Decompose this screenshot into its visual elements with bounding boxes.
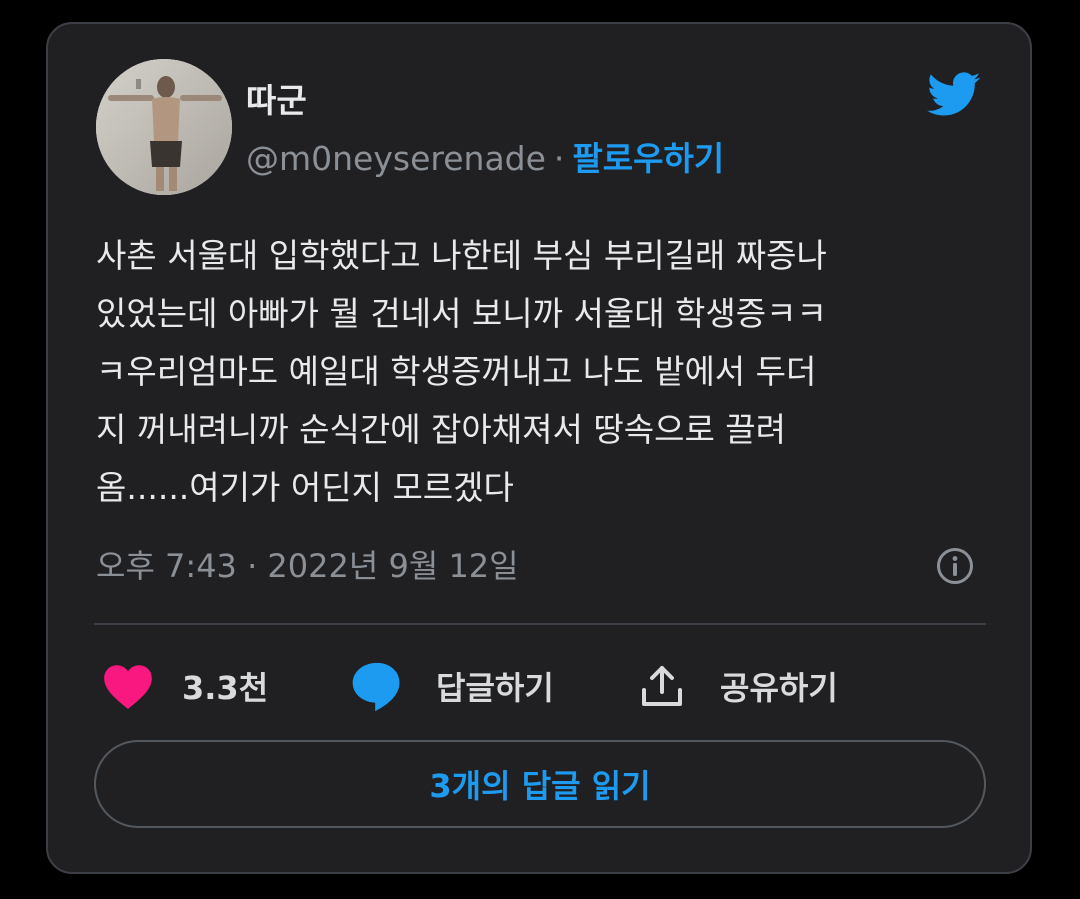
author-name[interactable]: 따군 — [246, 74, 307, 122]
share-icon — [642, 666, 682, 706]
tweet-line: ㅋ우리엄마도 예일대 학생증꺼내고 나도 밭에서 두더 — [96, 352, 817, 391]
author-meta: @m0neyserenade · 팔로우하기 — [246, 132, 724, 180]
reply-label: 답글하기 — [436, 669, 554, 707]
divider — [94, 623, 986, 625]
heart-icon — [104, 665, 152, 709]
reply-button[interactable]: 답글하기 — [350, 658, 554, 714]
tweet-card: 따군 @m0neyserenade · 팔로우하기 사촌 서울대 입학했다고 나한테… — [46, 22, 1032, 874]
author-handle[interactable]: @m0neyserenade — [246, 139, 546, 178]
tweet-timestamp[interactable]: 오후 7:43 · 2022년 9월 12일 — [96, 541, 519, 587]
twitter-bird-icon[interactable] — [920, 66, 986, 122]
like-button[interactable]: 3.3천 — [102, 658, 268, 714]
avatar[interactable] — [96, 59, 232, 195]
separator-dot: · — [553, 139, 565, 178]
tweet-line: 사촌 서울대 입학했다고 나한테 부심 부리길래 짜증나 — [96, 236, 827, 275]
share-label: 공유하기 — [720, 669, 838, 707]
tweet-line: 있었는데 아빠가 뭘 건네서 보니까 서울대 학생증ㅋㅋ — [96, 294, 827, 333]
like-count: 3.3천 — [182, 669, 269, 707]
profile-photo — [96, 59, 232, 195]
info-icon[interactable] — [935, 546, 975, 586]
follow-button[interactable]: 팔로우하기 — [572, 139, 724, 178]
tweet-line: 지 꺼내려니까 순식간에 잡아채져서 땅속으로 끌려 — [96, 410, 787, 449]
tweet-line: 옴......여기가 어딘지 모르겠다 — [96, 468, 514, 507]
tweet-text: 사촌 서울대 입학했다고 나한테 부심 부리길래 짜증나있었는데 아빠가 뭘 건… — [96, 227, 996, 517]
share-button[interactable]: 공유하기 — [638, 658, 838, 714]
read-replies-button[interactable]: 3개의 답글 읽기 — [94, 740, 986, 828]
reply-bubble-icon — [352, 662, 400, 712]
